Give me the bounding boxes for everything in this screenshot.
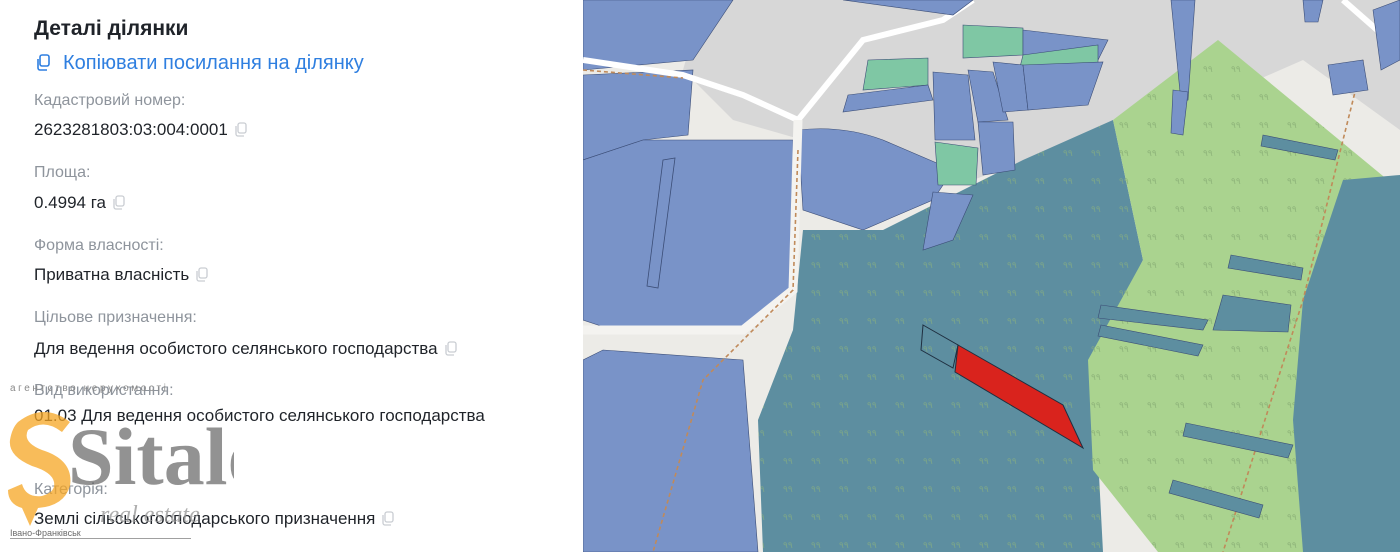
pasture-parcel[interactable] (962, 24, 1024, 59)
area-value: 0.4994 га (34, 193, 107, 212)
ownership-label: Форма власності: (34, 237, 164, 254)
pasture-parcel[interactable] (934, 141, 979, 186)
area-row: 0.4994 га (34, 193, 126, 213)
watermark-brand: Sitalo (68, 411, 234, 502)
parcel[interactable] (583, 139, 794, 331)
copy-icon[interactable] (195, 267, 209, 283)
sitalo-watermark-logo: Sitalo real estate (8, 411, 234, 528)
ownership-row: Приватна власність (34, 265, 209, 285)
copy-icon[interactable] (112, 195, 126, 211)
purpose-label: Цільове призначення: (34, 309, 197, 326)
cadastral-number-value: 2623281803:03:004:0001 (34, 120, 228, 139)
cadastral-map[interactable]: ٩٩ (583, 0, 1400, 552)
parcel[interactable] (977, 121, 1016, 176)
ownership-value: Приватна власність (34, 265, 190, 284)
pasture-parcel[interactable] (862, 57, 929, 91)
cadastral-number-label: Кадастровий номер: (34, 92, 186, 109)
watermark-city: Івано-Франківськ (10, 528, 191, 539)
cadastral-number-row: 2623281803:03:004:0001 (34, 120, 248, 140)
watermark-tagline: real estate (100, 502, 200, 528)
watermark-agency-text: агентство нерухомості (10, 383, 169, 394)
copy-parcel-link-button[interactable]: Копіювати посилання на ділянку (34, 50, 364, 76)
parcel[interactable] (932, 71, 976, 141)
parcel[interactable] (583, 349, 759, 552)
copy-icon[interactable] (444, 341, 458, 357)
panel-title: Деталі ділянки (34, 17, 189, 40)
copy-link-icon (37, 54, 50, 71)
copy-icon[interactable] (381, 511, 395, 527)
map-canvas[interactable]: ٩٩ (583, 0, 1400, 552)
purpose-value: Для ведення особистого селянського госпо… (34, 339, 438, 358)
parcel[interactable] (1327, 59, 1369, 96)
copy-icon[interactable] (234, 122, 248, 138)
copy-parcel-link-label: Копіювати посилання на ділянку (63, 51, 364, 74)
parcel-details-panel: Деталі ділянки Копіювати посилання на ді… (0, 0, 583, 552)
area-label: Площа: (34, 164, 91, 181)
purpose-row: Для ведення особистого селянського госпо… (34, 339, 458, 359)
